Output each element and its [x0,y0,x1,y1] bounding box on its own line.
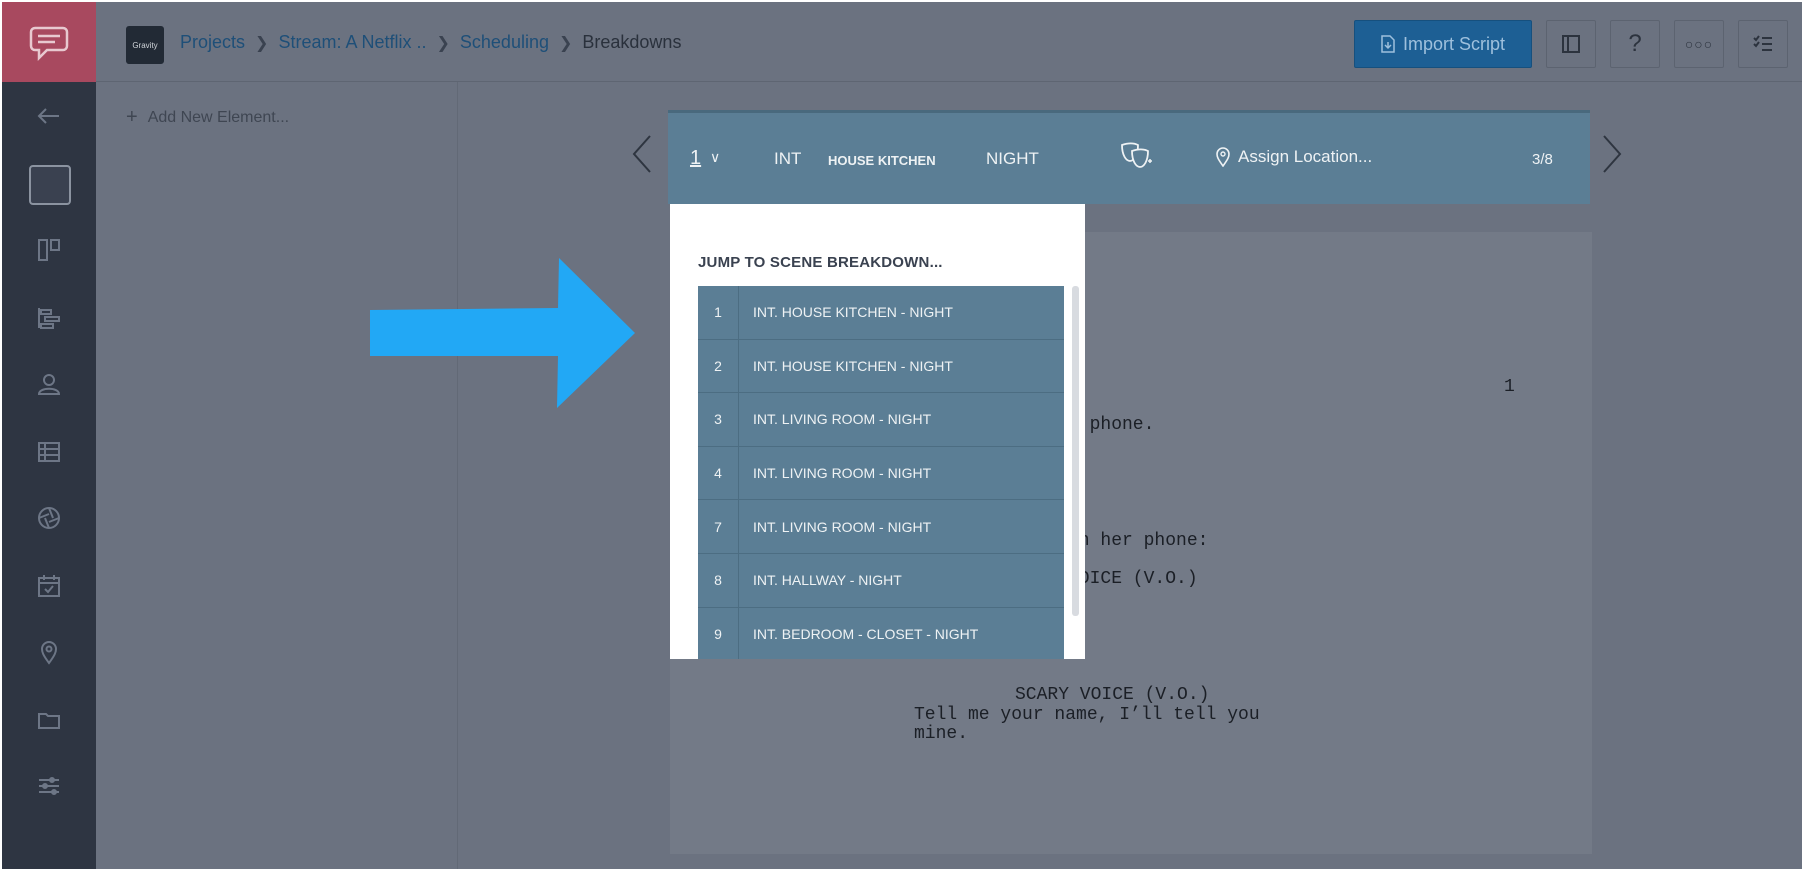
breadcrumb: Projects ❯ Stream: A Netflix .. ❯ Schedu… [180,32,681,53]
theater-masks-icon[interactable] [1118,141,1154,176]
scene-list-title: INT. LIVING ROOM - NIGHT [753,518,932,535]
script-line: SCARY VOICE (V.O.) [1015,685,1210,705]
previous-scene-button[interactable] [630,134,654,174]
location-pin-icon [1216,147,1230,167]
help-button[interactable]: ? [1610,20,1660,68]
chevron-left-icon [632,135,651,173]
script-scene-number: 1 [1504,377,1515,397]
scene-list-item[interactable]: 8 INT. HALLWAY - NIGHT [698,553,1064,608]
scene-list-number: 4 [698,446,739,500]
plus-icon: + [126,106,138,128]
breadcrumb-scheduling[interactable]: Scheduling [460,32,549,53]
cast-icon[interactable] [29,364,69,404]
time-of-day-field[interactable]: NIGHT [986,149,1039,169]
scene-list-title: INT. HOUSE KITCHEN - NIGHT [753,357,953,374]
app-logo[interactable] [2,2,96,82]
scene-list-item[interactable]: 1 INT. HOUSE KITCHEN - NIGHT [698,286,1064,340]
int-ext-field[interactable]: INT [774,149,801,169]
scene-list-item[interactable]: 9 INT. BEDROOM - CLOSET - NIGHT [698,607,1064,659]
set-field[interactable]: HOUSE KITCHEN [828,153,936,168]
add-new-element-label: Add New Element... [147,108,290,126]
chat-bubble-logo-icon [29,26,69,62]
script-line: VOICE (V.O.) [1068,569,1198,589]
question-icon: ? [1628,30,1642,57]
script-line: mine. [914,724,969,744]
boards-icon[interactable] [29,230,69,270]
scene-list-number: 3 [698,393,739,446]
chevron-right-icon: ❯ [255,34,269,52]
scene-list-number: 9 [698,607,739,659]
scene-list-number: 1 [698,286,739,339]
folder-icon[interactable] [29,700,69,740]
jump-to-scene-dropdown: JUMP TO SCENE BREAKDOWN... 1 INT. HOUSE … [670,204,1085,659]
calendar-icon[interactable] [29,566,69,606]
document-icon [1381,35,1395,53]
add-new-element-button[interactable]: + Add New Element... [126,106,289,129]
more-dots-icon: ○○○ [1684,36,1714,52]
app-frame: Gravity Projects ❯ Stream: A Netflix .. … [2,2,1802,869]
breadcrumb-projects[interactable]: Projects [180,32,245,53]
project-logo[interactable]: Gravity [126,26,164,64]
scene-list-item[interactable]: 3 INT. LIVING ROOM - NIGHT [698,393,1064,447]
checklist-icon [1753,35,1772,51]
script-line: gh her phone: [1068,531,1209,551]
assign-location-label: Assign Location... [1238,147,1373,166]
import-script-button[interactable]: Import Script [1354,20,1532,68]
scene-number-select[interactable]: 1 [690,147,701,170]
scene-list-number: 7 [698,500,739,553]
more-button[interactable]: ○○○ [1674,20,1724,68]
scene-list-title: INT. LIVING ROOM - NIGHT [753,411,932,428]
next-scene-button[interactable] [1600,134,1624,174]
scene-list-title: INT. HOUSE KITCHEN - NIGHT [753,304,953,321]
script-line: Tell me your name, I’ll tell you [914,705,1260,725]
import-script-label: Import Script [1402,33,1506,54]
sidebar [2,2,96,869]
scene-list-title: INT. BEDROOM - CLOSET - NIGHT [753,625,979,642]
stripboard-icon[interactable] [29,298,69,338]
chevron-down-icon[interactable]: ∨ [710,149,720,166]
scene-list-title: INT. HALLWAY - NIGHT [753,572,902,589]
annotation-arrow-icon [370,258,635,408]
scene-list-item[interactable]: 7 INT. LIVING ROOM - NIGHT [698,500,1064,554]
location-pin-icon[interactable] [29,632,69,672]
elements-icon[interactable] [29,432,69,472]
breadcrumb-current: Breakdowns [582,32,682,52]
chevron-right-icon [1603,135,1622,173]
breadcrumb-project[interactable]: Stream: A Netflix .. [278,32,426,53]
jump-title: JUMP TO SCENE BREAKDOWN... [698,254,943,271]
checklist-button[interactable] [1738,20,1788,68]
elements-panel: + Add New Element... [96,82,458,869]
chevron-right-icon: ❯ [436,34,450,52]
scene-list-number: 8 [698,553,739,607]
project-thumbnail[interactable] [29,165,71,205]
panel-icon [1562,35,1580,53]
scene-list-scrollbar[interactable] [1072,286,1079,616]
panel-toggle-button[interactable] [1546,20,1596,68]
scene-list-number: 2 [698,339,739,393]
chevron-right-icon: ❯ [558,34,573,52]
sliders-icon[interactable] [29,766,69,806]
scene-header-bar: 1 ∨ INT HOUSE KITCHEN NIGHT Assign Locat… [668,110,1590,204]
assign-location-button[interactable]: Assign Location... [1216,147,1372,167]
page-count: 3/8 [1532,151,1553,168]
shot-icon[interactable] [29,498,69,538]
back-arrow-icon[interactable] [29,96,69,136]
scene-list-item[interactable]: 2 INT. HOUSE KITCHEN - NIGHT [698,339,1064,394]
scene-list-item[interactable]: 4 INT. LIVING ROOM - NIGHT [698,446,1064,501]
scene-list: 1 INT. HOUSE KITCHEN - NIGHT 2 INT. HOUS… [698,286,1064,659]
top-header: Gravity Projects ❯ Stream: A Netflix .. … [96,2,1802,82]
scene-list-title: INT. LIVING ROOM - NIGHT [753,465,932,482]
